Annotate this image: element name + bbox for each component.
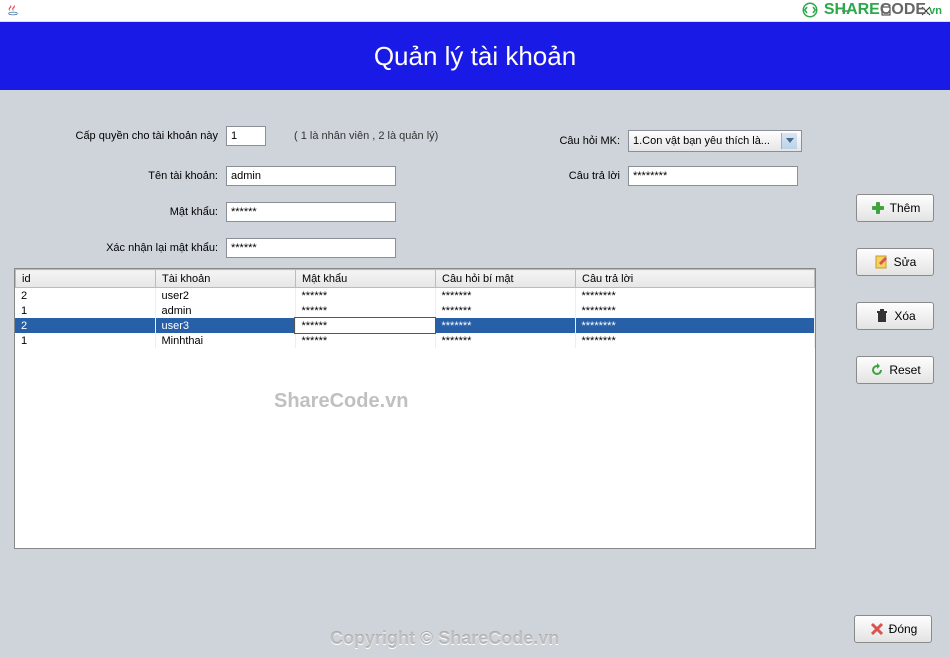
col-id[interactable]: id [16, 270, 156, 288]
security-answer-input[interactable] [628, 166, 798, 186]
security-question-select[interactable]: 1.Con vật bạn yêu thích là... [628, 130, 802, 152]
password-label: Mật khẩu: [118, 206, 218, 218]
reset-button[interactable]: Reset [856, 356, 934, 384]
confirm-password-input[interactable] [226, 238, 396, 258]
table-row[interactable]: 1admin********************* [15, 303, 815, 318]
permission-input[interactable] [226, 126, 266, 146]
plus-icon [870, 200, 886, 216]
password-input[interactable] [226, 202, 396, 222]
add-button[interactable]: Thêm [856, 194, 934, 222]
edit-icon [874, 254, 890, 270]
sharecode-logo: SHARECODE.vn [801, 1, 942, 19]
username-label: Tên tài khoản: [118, 170, 218, 182]
java-app-icon [6, 3, 20, 17]
permission-hint: ( 1 là nhân viên , 2 là quản lý) [294, 130, 438, 142]
refresh-icon [869, 362, 885, 378]
close-icon [869, 621, 885, 637]
page-title-banner: Quản lý tài khoản [0, 22, 950, 90]
chevron-down-icon [781, 133, 797, 149]
col-question[interactable]: Câu hỏi bí mật [436, 270, 576, 288]
trash-icon [874, 308, 890, 324]
col-username[interactable]: Tài khoản [156, 270, 296, 288]
page-title: Quản lý tài khoản [374, 41, 576, 72]
col-answer[interactable]: Câu trả lời [576, 270, 815, 288]
security-question-label: Câu hỏi MK: [552, 135, 620, 147]
security-answer-label: Câu trả lời [552, 170, 620, 182]
table-row[interactable]: 2user2********************* [15, 288, 815, 303]
delete-button[interactable]: Xóa [856, 302, 934, 330]
edit-button[interactable]: Sửa [856, 248, 934, 276]
close-button[interactable]: Đóng [854, 615, 932, 643]
username-input[interactable] [226, 166, 396, 186]
col-password[interactable]: Mật khẩu [296, 270, 436, 288]
table-row[interactable]: 2user3********************* [15, 318, 815, 333]
accounts-table[interactable]: id Tài khoản Mật khẩu Câu hỏi bí mật Câu… [14, 268, 816, 549]
permission-label: Cấp quyền cho tài khoản này [68, 130, 218, 142]
confirm-password-label: Xác nhận lại mật khẩu: [78, 242, 218, 254]
table-row[interactable]: 1Minhthai********************* [15, 333, 815, 348]
